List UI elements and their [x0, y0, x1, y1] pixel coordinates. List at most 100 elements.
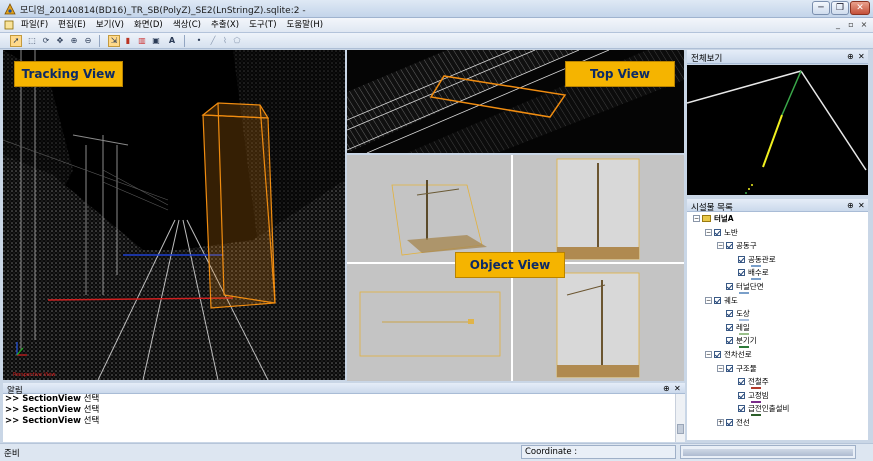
expand-toggle-icon[interactable]: −: [705, 351, 712, 358]
folder-icon: [702, 215, 711, 222]
select-rect-icon[interactable]: ⬚: [26, 35, 38, 47]
perspective-view-label: Perspective View: [13, 372, 55, 378]
section-icon[interactable]: ▥: [136, 35, 148, 47]
scroll-thumb[interactable]: [677, 424, 684, 434]
alert-log: >> SectionView 선택 >> SectionView 선택 >> S…: [3, 394, 685, 442]
checkbox[interactable]: [726, 323, 733, 331]
tree-item[interactable]: − 터널A: [693, 214, 734, 223]
checkbox[interactable]: [726, 283, 733, 290]
rotate-icon[interactable]: ⟳: [40, 35, 52, 47]
mdi-minimize-button[interactable]: _: [833, 20, 843, 30]
menu-item[interactable]: 보기(V): [91, 20, 129, 31]
top-view[interactable]: Top View: [347, 50, 684, 153]
checkbox[interactable]: [738, 255, 745, 263]
overview-map[interactable]: [687, 65, 868, 195]
status-bar: 준비 Coordinate :: [0, 443, 873, 461]
point-icon[interactable]: •: [193, 35, 205, 47]
tree-item-label: 궤도: [724, 295, 738, 305]
menu-item[interactable]: 편집(E): [53, 20, 91, 31]
expand-toggle-icon[interactable]: −: [705, 228, 712, 236]
tree-item[interactable]: 고정빔: [729, 391, 769, 400]
tracking-view[interactable]: Perspective View Tracking View: [3, 50, 345, 380]
tree-item[interactable]: − 구조물: [717, 364, 757, 373]
layer-color-swatch: [739, 292, 749, 294]
tree-item[interactable]: − 공동구: [717, 241, 757, 250]
expand-toggle-icon[interactable]: +: [717, 419, 724, 426]
checkbox[interactable]: [726, 337, 733, 345]
tree-item[interactable]: 터널단면: [717, 282, 764, 291]
restore-button[interactable]: ❐: [831, 1, 849, 15]
text-icon[interactable]: A: [166, 35, 178, 47]
tree-item[interactable]: − 궤도: [705, 296, 738, 305]
checkbox[interactable]: [726, 419, 733, 426]
box-icon[interactable]: ▣: [150, 35, 162, 47]
tree-item[interactable]: + 전선: [717, 418, 750, 427]
overview-panel-header: 전체보기 ⊕ ✕: [687, 50, 868, 64]
mdi-restore-button[interactable]: ▫: [846, 20, 856, 30]
tree-item-label: 노반: [724, 227, 738, 237]
toolbar-separator: [184, 35, 185, 47]
line-icon[interactable]: ╱: [207, 35, 219, 47]
close-icon[interactable]: ✕: [858, 52, 865, 61]
tree-item-label: 공동관로: [748, 254, 776, 264]
pin-icon[interactable]: ⊕: [847, 201, 854, 210]
polygon-icon[interactable]: ⬠: [231, 35, 243, 47]
layer-color-swatch: [751, 278, 761, 281]
menu-item[interactable]: 추출(X): [206, 20, 244, 31]
tree-item[interactable]: 급전인출설비: [729, 404, 789, 413]
checkbox[interactable]: [714, 228, 721, 236]
tree-item[interactable]: − 전차선로: [705, 350, 752, 359]
tree-item-label: 공동구: [736, 241, 757, 251]
object-view[interactable]: Object View: [347, 155, 684, 381]
expand-toggle-icon[interactable]: −: [717, 242, 724, 250]
checkbox[interactable]: [738, 378, 745, 386]
menu-item[interactable]: 도구(T): [244, 20, 281, 31]
tree-item-label: 배수로: [748, 268, 769, 278]
mdi-close-button[interactable]: ×: [859, 20, 869, 30]
tree-item[interactable]: 분기기: [717, 336, 757, 345]
checkbox[interactable]: [738, 269, 745, 277]
pin-icon[interactable]: ⊕: [847, 52, 854, 61]
tracking-view-label: Tracking View: [14, 61, 123, 87]
pan-icon[interactable]: ✥: [54, 35, 66, 47]
bars-icon[interactable]: ▮: [122, 35, 134, 47]
checkbox[interactable]: [714, 351, 721, 358]
polyline-icon[interactable]: ⌇: [219, 35, 231, 47]
tree-item[interactable]: 공동관로: [729, 255, 776, 264]
tracking-pointcloud: Perspective View: [3, 50, 345, 380]
close-icon[interactable]: ✕: [674, 384, 681, 393]
tree-item[interactable]: 도상: [717, 309, 750, 318]
checkbox[interactable]: [726, 242, 733, 250]
pointer-icon[interactable]: ➚: [10, 35, 22, 47]
menu-item[interactable]: 화면(D): [129, 20, 168, 31]
facility-tree: − 터널A − 노반 − 공동구 공동관로 배수로 터널단면 − 궤도 도상 레일 분기기 − 전차선로 − 구조…: [687, 212, 868, 440]
checkbox[interactable]: [738, 405, 745, 413]
zoom-out-icon[interactable]: ⊖: [82, 35, 94, 47]
minimize-button[interactable]: ─: [812, 1, 830, 15]
checkbox[interactable]: [714, 296, 721, 304]
expand-toggle-icon[interactable]: −: [705, 296, 712, 304]
expand-toggle-icon[interactable]: −: [717, 364, 724, 372]
expand-toggle-icon[interactable]: −: [693, 215, 700, 222]
close-icon[interactable]: ✕: [858, 201, 865, 210]
log-scrollbar[interactable]: [675, 394, 685, 442]
select-object-icon[interactable]: ⇲: [108, 35, 120, 47]
tree-item-label: 전철주: [748, 377, 769, 387]
menu-bar: 파일(F) 편집(E) 보기(V) 화면(D) 색상(C) 추출(X) 도구(T) 도움말(H…: [0, 18, 873, 33]
tree-item[interactable]: 레일: [717, 323, 750, 332]
menu-item[interactable]: 도움말(H): [282, 20, 328, 31]
close-button[interactable]: ✕: [850, 1, 870, 15]
checkbox[interactable]: [726, 364, 733, 372]
tree-item[interactable]: 전철주: [729, 377, 769, 386]
menu-item[interactable]: 파일(F): [16, 20, 53, 31]
overview-panel-title: 전체보기: [691, 54, 723, 64]
log-line: >> SectionView 선택: [5, 394, 100, 404]
tree-item-label: 도상: [736, 309, 750, 319]
checkbox[interactable]: [738, 391, 745, 399]
checkbox[interactable]: [726, 310, 733, 318]
tree-item[interactable]: − 노반: [705, 228, 738, 237]
menu-item[interactable]: 색상(C): [168, 20, 206, 31]
tree-item[interactable]: 배수로: [729, 268, 769, 277]
zoom-in-icon[interactable]: ⊕: [68, 35, 80, 47]
pin-icon[interactable]: ⊕: [663, 384, 670, 393]
